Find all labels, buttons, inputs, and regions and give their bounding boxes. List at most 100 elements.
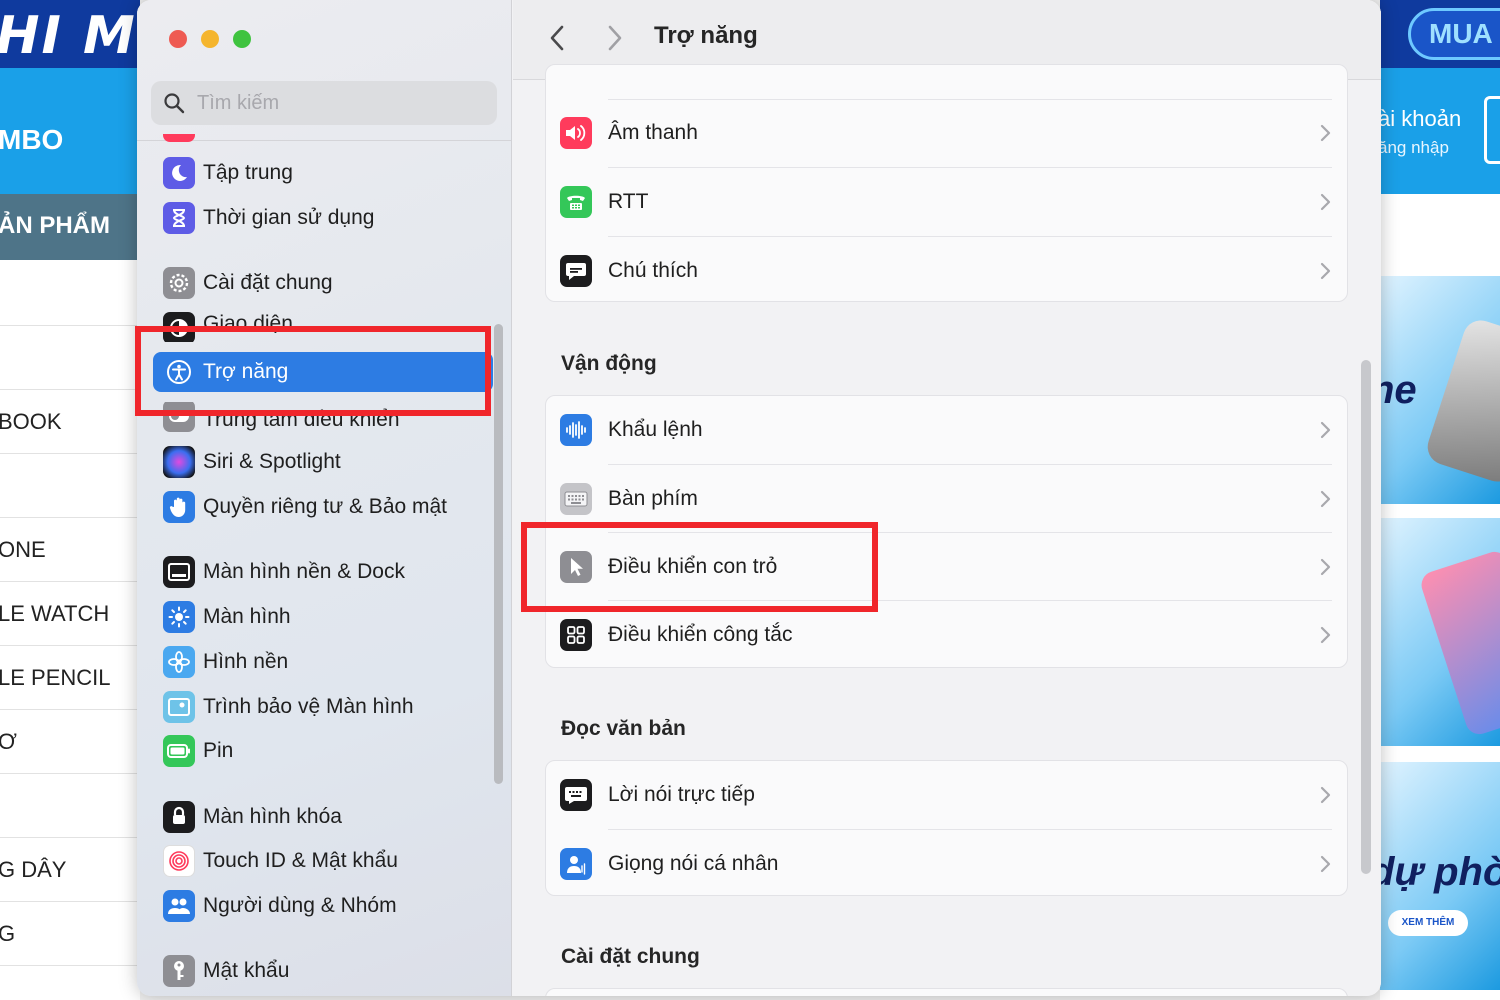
row-voice-control[interactable]: Khẩu lệnh	[546, 396, 1347, 464]
chevron-left-icon	[550, 25, 564, 51]
sidebar-item-screen-time[interactable]: Thời gian sử dụng	[153, 198, 493, 238]
row-label: RTT	[608, 190, 649, 213]
search-field[interactable]	[151, 81, 497, 125]
hand-icon	[163, 491, 195, 523]
waveform-icon	[560, 414, 592, 446]
section-title-speech: Đọc văn bản	[561, 717, 686, 740]
row-label: Điều khiển công tắc	[608, 623, 793, 646]
speaker-icon	[560, 117, 592, 149]
sidebar-item-battery[interactable]: Pin	[153, 731, 493, 771]
sidebar-item-wallpaper[interactable]: Hình nền	[153, 642, 493, 682]
sidebar-item-lock-screen[interactable]: Màn hình khóa	[153, 797, 493, 837]
website-logo: HI M	[0, 6, 137, 66]
website-menu-item[interactable]: ONE	[0, 518, 140, 582]
sidebar-item-screen-saver[interactable]: Trình bảo vệ Màn hình	[153, 687, 493, 727]
banner-text: dự phò	[1380, 850, 1500, 894]
sidebar-item-general[interactable]: Cài đặt chung	[153, 263, 493, 303]
chevron-right-icon	[1320, 855, 1331, 873]
row-rtt[interactable]: RTT	[546, 168, 1347, 236]
content-scrollbar[interactable]	[1361, 360, 1371, 874]
row-label: Âm thanh	[608, 121, 698, 144]
sidebar-item-siri[interactable]: Siri & Spotlight	[153, 442, 493, 482]
website-menu-item[interactable]: Ơ	[0, 710, 140, 774]
ipad-image	[1417, 548, 1500, 738]
minimize-window-button[interactable]	[201, 30, 219, 48]
products-header: ẢN PHẨM	[0, 194, 140, 260]
personal-voice-icon	[560, 848, 592, 880]
search-input[interactable]	[195, 90, 475, 116]
sidebar-scrollbar[interactable]	[494, 324, 503, 784]
row-label: Lời nói trực tiếp	[608, 783, 755, 806]
sidebar-item-focus[interactable]: Tập trung	[153, 153, 493, 193]
chevron-right-icon	[1320, 626, 1331, 644]
website-menu-item[interactable]: LE PENCIL	[0, 646, 140, 710]
website-menu-item[interactable]	[0, 774, 140, 838]
website-menu-item[interactable]: LE WATCH	[0, 582, 140, 646]
sidebar-item-label: Trình bảo vệ Màn hình	[203, 695, 414, 718]
sidebar-item-label: Tập trung	[203, 161, 293, 184]
screensaver-icon	[163, 691, 195, 723]
annotation-highlight-accessibility	[135, 326, 491, 416]
account-area[interactable]: ài khoản ăng nhập	[1380, 68, 1500, 194]
website-menu-item[interactable]	[0, 262, 140, 326]
sidebar-item-displays[interactable]: Màn hình	[153, 597, 493, 637]
dock-icon	[163, 556, 195, 588]
chevron-right-icon	[1320, 421, 1331, 439]
back-button[interactable]	[541, 22, 573, 54]
sidebar-item-desktop-dock[interactable]: Màn hình nền & Dock	[153, 552, 493, 592]
website-menu-item[interactable]	[0, 326, 140, 390]
close-window-button[interactable]	[169, 30, 187, 48]
siri-icon	[163, 446, 195, 478]
website-menu-item[interactable]: BOOK	[0, 390, 140, 454]
sidebar-item-privacy[interactable]: Quyền riêng tư & Bảo mật	[153, 487, 493, 527]
fingerprint-icon	[163, 845, 195, 877]
rtt-icon	[560, 186, 592, 218]
website-menu-item[interactable]	[0, 454, 140, 518]
login-label: ăng nhập	[1380, 138, 1449, 157]
sidebar-item-clipped	[153, 134, 493, 144]
sidebar-item-label: Người dùng & Nhóm	[203, 894, 397, 917]
combo-label: MBO	[0, 124, 64, 155]
chevron-right-icon	[1320, 262, 1331, 280]
chevron-right-icon	[1320, 786, 1331, 804]
chevron-right-icon	[608, 25, 622, 51]
section-title-general: Cài đặt chung	[561, 945, 700, 968]
chevron-right-icon	[1320, 490, 1331, 508]
row-live-speech[interactable]: Lời nói trực tiếp	[546, 761, 1347, 829]
website-header-right: MUA	[1380, 0, 1500, 68]
row-label: Bàn phím	[608, 487, 698, 510]
sidebar-item-label: Màn hình khóa	[203, 805, 342, 828]
keyboard-icon	[560, 483, 592, 515]
row-label: Khẩu lệnh	[608, 418, 703, 441]
sidebar-item-label: Màn hình nền & Dock	[203, 560, 405, 583]
sidebar-item-label: Thời gian sử dụng	[203, 206, 375, 229]
forward-button[interactable]	[599, 22, 631, 54]
moon-icon	[163, 157, 195, 189]
chevron-right-icon	[1320, 193, 1331, 211]
website-menu-item[interactable]: G	[0, 902, 140, 966]
sidebar-item-touch-id[interactable]: Touch ID & Mật khẩu	[153, 841, 493, 881]
promo-banner[interactable]: ne	[1380, 276, 1500, 504]
account-label: ài khoản	[1380, 106, 1462, 131]
website-menu-item[interactable]: G DÂY	[0, 838, 140, 902]
flower-icon	[163, 646, 195, 678]
chevron-right-icon	[1320, 558, 1331, 576]
chevron-right-icon	[1320, 124, 1331, 142]
row-captions[interactable]: Chú thích	[546, 237, 1347, 305]
battery-icon	[163, 735, 195, 767]
annotation-highlight-pointer-control	[521, 522, 878, 612]
background-website-left: HI M MBO ẢN PHẨM BOOK ONE LE WATCH LE PE…	[0, 0, 140, 1000]
buy-button[interactable]: MUA	[1408, 8, 1500, 60]
content-pane: Trợ năng Âm thanh RTT Chú thích Vận động…	[513, 0, 1381, 996]
sun-icon	[163, 601, 195, 633]
promo-banner[interactable]: dự phò XEM THÊM	[1380, 762, 1500, 990]
gear-icon	[163, 267, 195, 299]
maximize-window-button[interactable]	[233, 30, 251, 48]
sidebar-item-users-groups[interactable]: Người dùng & Nhóm	[153, 886, 493, 926]
promo-banner[interactable]: ı	[1380, 518, 1500, 746]
sidebar-item-passwords[interactable]: Mật khẩu	[153, 951, 493, 991]
row-audio[interactable]: Âm thanh	[546, 99, 1347, 167]
row-personal-voice[interactable]: Giọng nói cá nhân	[546, 830, 1347, 898]
combo-banner: MBO	[0, 68, 140, 194]
see-more-button[interactable]: XEM THÊM	[1388, 910, 1468, 936]
